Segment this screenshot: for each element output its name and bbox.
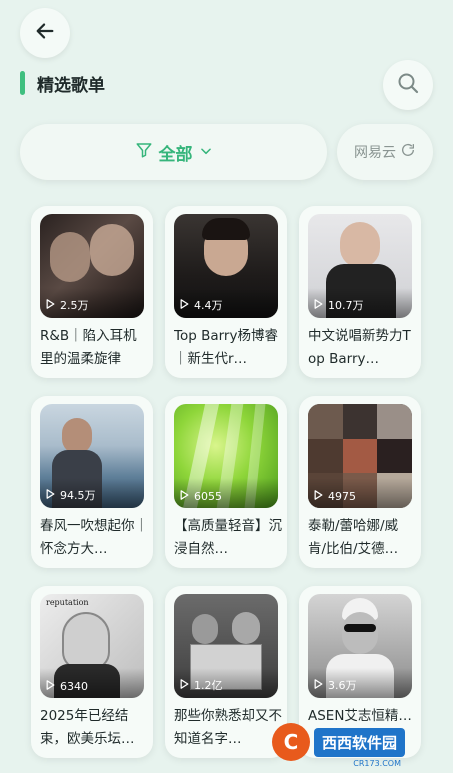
arrow-left-icon <box>34 20 56 46</box>
filter-icon <box>135 141 153 163</box>
title-accent-bar <box>20 71 25 95</box>
play-count: 94.5万 <box>46 487 96 503</box>
play-count: 6055 <box>180 490 222 503</box>
playlist-cover: 4.4万 <box>174 214 278 318</box>
play-icon <box>314 490 328 503</box>
page-title: 精选歌单 <box>37 75 105 96</box>
play-icon <box>46 680 60 693</box>
play-count-text: 4.4万 <box>194 299 223 312</box>
playlist-card[interactable]: 6055 【高质量轻音】沉浸自然… <box>165 396 287 568</box>
playlist-title: 【高质量轻音】沉浸自然… <box>174 518 282 557</box>
filter-label: 全部 <box>158 144 193 165</box>
page-title-group: 精选歌单 <box>20 70 105 96</box>
playlist-cover: 4975 <box>308 404 412 508</box>
play-icon <box>180 678 194 692</box>
play-icon <box>180 490 194 503</box>
play-count-text: 2.5万 <box>60 299 89 312</box>
playlist-title: 那些你熟悉却又不知道名字… <box>174 708 282 747</box>
category-filter-button[interactable]: 全部 <box>20 124 327 180</box>
playlist-cover: 2.5万 <box>40 214 144 318</box>
source-switch-button[interactable]: 网易云 <box>337 124 433 180</box>
playlist-title: 中文说唱新势力Top Barry… <box>308 328 411 367</box>
playlist-title: Top Barry杨博睿｜新生代r… <box>174 328 278 367</box>
playlist-card[interactable]: 1.2亿 那些你熟悉却又不知道名字… <box>165 586 287 758</box>
refresh-icon <box>400 142 416 162</box>
play-count-text: 3.6万 <box>328 679 357 692</box>
play-count: 10.7万 <box>314 297 364 313</box>
playlist-cover: 1.2亿 <box>174 594 278 698</box>
watermark-logo: C <box>272 723 310 761</box>
playlist-cover: 10.7万 <box>308 214 412 318</box>
play-count-text: 10.7万 <box>328 299 364 312</box>
play-count: 6340 <box>46 680 88 693</box>
play-count-text: 94.5万 <box>60 489 96 502</box>
watermark-title: 西西软件园 <box>322 733 398 752</box>
playlist-card[interactable]: 10.7万 中文说唱新势力Top Barry… <box>299 206 421 378</box>
source-label: 网易云 <box>354 145 396 161</box>
playlist-title: 泰勒/蕾哈娜/威肯/比伯/艾德… <box>308 518 399 557</box>
playlist-card[interactable]: 4975 泰勒/蕾哈娜/威肯/比伯/艾德… <box>299 396 421 568</box>
play-icon <box>46 488 60 502</box>
play-icon <box>314 678 328 692</box>
search-button[interactable] <box>383 60 433 110</box>
play-icon <box>314 298 328 312</box>
watermark-sub: CR173.COM <box>353 758 402 768</box>
play-count-text: 6055 <box>194 490 222 503</box>
play-count: 1.2亿 <box>180 677 223 693</box>
search-icon <box>396 71 420 99</box>
playlist-cover: 3.6万 <box>308 594 412 698</box>
play-count: 3.6万 <box>314 677 357 693</box>
playlist-cover: 94.5万 <box>40 404 144 508</box>
play-icon <box>180 298 194 312</box>
play-icon <box>46 298 60 312</box>
site-watermark: C 西西软件园 CR173.COM <box>272 722 434 768</box>
playlist-cover: reputation 6340 <box>40 594 144 698</box>
watermark-text: 西西软件园 CR173.COM <box>314 727 406 768</box>
play-count-text: 6340 <box>60 680 88 693</box>
playlist-card[interactable]: reputation 6340 2025年已经结束，欧美乐坛… <box>31 586 153 758</box>
playlist-card[interactable]: 4.4万 Top Barry杨博睿｜新生代r… <box>165 206 287 378</box>
playlist-title: 春风一吹想起你｜怀念方大… <box>40 518 148 557</box>
play-count: 2.5万 <box>46 297 89 313</box>
play-count: 4975 <box>314 490 356 503</box>
play-count-text: 4975 <box>328 490 356 503</box>
playlist-title: R&B｜陷入耳机里的温柔旋律 <box>40 328 137 367</box>
play-count-text: 1.2亿 <box>194 679 223 692</box>
play-count: 4.4万 <box>180 297 223 313</box>
playlist-title: 2025年已经结束，欧美乐坛… <box>40 708 135 747</box>
playlist-card[interactable]: 2.5万 R&B｜陷入耳机里的温柔旋律 <box>31 206 153 378</box>
back-button[interactable] <box>20 8 70 58</box>
playlist-card[interactable]: 94.5万 春风一吹想起你｜怀念方大… <box>31 396 153 568</box>
playlist-cover: 6055 <box>174 404 278 508</box>
chevron-down-icon <box>199 143 213 162</box>
